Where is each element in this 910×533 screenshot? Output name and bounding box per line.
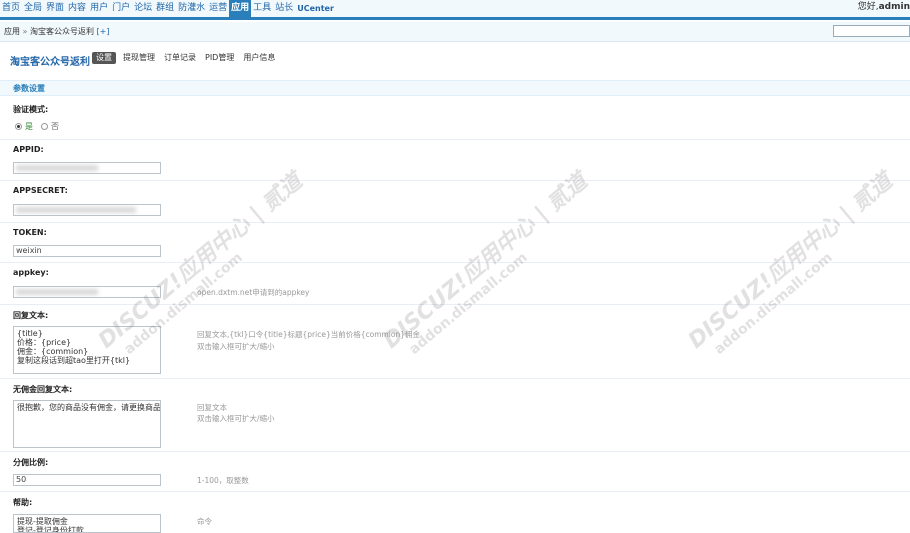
help-tip: 命令 — [197, 517, 212, 526]
row-divider — [0, 180, 910, 181]
plugin-title: 淘宝客公众号返利 — [10, 57, 90, 68]
breadcrumb-separator: » — [22, 27, 28, 36]
breadcrumb-current: 淘宝客公众号返利 — [30, 27, 94, 36]
redacted-value — [16, 289, 98, 295]
watermark: DISCUZ!应用中心 | 贰道 addon.dismall.com — [680, 164, 908, 366]
section-title: 参数设置 — [13, 84, 45, 93]
row-divider — [0, 139, 910, 140]
breadcrumb-root[interactable]: 应用 — [4, 27, 20, 36]
nav-item-portal[interactable]: 门户 — [110, 0, 132, 17]
reply-text-resize-tip: 双击输入框可扩大/缩小 — [197, 342, 275, 351]
help-label: 帮助: — [13, 498, 33, 507]
share-ratio-label: 分佣比例: — [13, 458, 49, 467]
nav-item-antispam[interactable]: 防灌水 — [176, 0, 207, 17]
row-divider — [0, 491, 910, 492]
nav-item-style[interactable]: 界面 — [44, 0, 66, 17]
nav-item-user[interactable]: 用户 — [88, 0, 110, 17]
top-nav-items: 首页 全局 界面 内容 用户 门户 论坛 群组 防灌水 运营 应用 工具 站长 … — [0, 0, 336, 17]
top-nav: 首页 全局 界面 内容 用户 门户 论坛 群组 防灌水 运营 应用 工具 站长 … — [0, 0, 910, 20]
nav-item-content[interactable]: 内容 — [66, 0, 88, 17]
verify-mode-label: 验证模式: — [13, 105, 49, 114]
redacted-value — [16, 165, 98, 171]
row-divider — [0, 451, 910, 452]
section-header: 参数设置 — [0, 80, 910, 96]
row-divider — [0, 378, 910, 379]
verify-mode-yes-label[interactable]: 是 — [25, 121, 33, 132]
appkey-input[interactable] — [13, 286, 161, 298]
watermark-domain: addon.dismall.com — [711, 249, 836, 358]
help-textarea[interactable]: 提现-提取佣金 登记-登记身份打款 — [13, 514, 161, 533]
tab-settings[interactable]: 设置 — [92, 52, 116, 64]
nav-item-ucenter[interactable]: UCenter — [295, 0, 336, 17]
plugin-tabs: 设置 提现管理 订单记录 PID管理 用户信息 — [92, 52, 277, 64]
share-ratio-input[interactable]: 50 — [13, 474, 161, 486]
row-divider — [0, 304, 910, 305]
verify-mode-no-radio[interactable] — [41, 123, 48, 130]
tab-withdraw-management[interactable]: 提现管理 — [121, 52, 157, 64]
appid-label: APPID: — [13, 145, 44, 154]
nav-item-operation[interactable]: 运营 — [207, 0, 229, 17]
appsecret-label: APPSECRET: — [13, 186, 68, 195]
verify-mode-yes-radio[interactable] — [15, 123, 22, 130]
reply-text-label: 回复文本: — [13, 311, 49, 320]
row-divider — [0, 222, 910, 223]
greeting-prefix: 您好, — [857, 2, 879, 12]
no-commission-text-label: 无佣金回复文本: — [13, 385, 73, 394]
nav-item-home[interactable]: 首页 — [0, 0, 22, 17]
tab-user-info[interactable]: 用户信息 — [241, 52, 277, 64]
nav-item-founder[interactable]: 站长 — [273, 0, 295, 17]
appkey-tip: open.dxtm.net申请到的appkey — [197, 288, 310, 297]
appsecret-input[interactable] — [13, 204, 161, 216]
no-commission-text-tip: 回复文本 — [197, 403, 227, 412]
appid-input[interactable] — [13, 162, 161, 174]
breadcrumb-bar: 应用 » 淘宝客公众号返利 [+] — [0, 22, 910, 42]
user-name-link[interactable]: admin — [879, 2, 910, 12]
reply-text-tip: 回复文本,{tkl}口令{title}标题{price}当前价格{commion… — [197, 330, 421, 339]
nav-item-apps[interactable]: 应用 — [229, 0, 252, 17]
watermark-domain: addon.dismall.com — [406, 249, 531, 358]
token-input[interactable]: weixin — [13, 245, 161, 257]
verify-mode-no-label[interactable]: 否 — [51, 121, 59, 132]
tab-pid-management[interactable]: PID管理 — [203, 52, 236, 64]
nav-item-tools[interactable]: 工具 — [251, 0, 273, 17]
verify-mode-radio-group: 是 否 — [15, 121, 59, 132]
reply-text-textarea[interactable]: {title} 价格：{price} 佣金：{commion} 复制这段话到超t… — [13, 326, 161, 374]
appkey-label: appkey: — [13, 268, 49, 277]
share-ratio-tip: 1-100，取整数 — [197, 476, 249, 485]
token-label: TOKEN: — [13, 228, 47, 237]
redacted-value — [16, 207, 136, 213]
breadcrumb-add-button[interactable]: [+] — [97, 27, 110, 36]
row-divider — [0, 262, 910, 263]
menu-search-input[interactable] — [833, 25, 910, 37]
nav-item-forum[interactable]: 论坛 — [132, 0, 154, 17]
no-commission-text-textarea[interactable]: 很抱歉，您的商品没有佣金，请更换商品 — [13, 400, 161, 448]
nav-item-global[interactable]: 全局 — [22, 0, 44, 17]
tab-order-records[interactable]: 订单记录 — [162, 52, 198, 64]
nav-item-group[interactable]: 群组 — [154, 0, 176, 17]
user-greeting: 您好,admin — [858, 0, 910, 14]
no-commission-text-resize-tip: 双击输入框可扩大/缩小 — [197, 414, 275, 423]
breadcrumb: 应用 » 淘宝客公众号返利 [+] — [4, 26, 110, 37]
